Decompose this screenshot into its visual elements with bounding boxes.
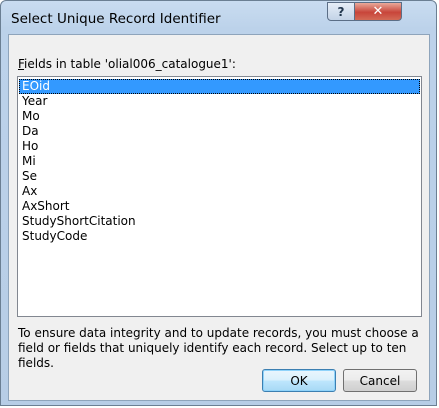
field-list-item[interactable]: StudyCode: [19, 229, 420, 244]
field-list-item[interactable]: EOid: [19, 79, 420, 94]
ok-button[interactable]: OK: [262, 369, 336, 392]
field-list-item[interactable]: Se: [19, 169, 420, 184]
field-list-item[interactable]: Mo: [19, 109, 420, 124]
title-bar[interactable]: Select Unique Record Identifier ? ✕: [1, 1, 436, 35]
dialog-body: Fields in table 'olial006_catalogue1': E…: [8, 34, 430, 401]
close-button[interactable]: ✕: [354, 2, 402, 21]
close-icon: ✕: [372, 4, 384, 19]
window-title: Select Unique Record Identifier: [11, 11, 221, 27]
fields-list: EOid Year Mo Da Ho Mi Se Ax AxShort StudyShortCit…: [18, 77, 421, 244]
field-list-item[interactable]: Year: [19, 94, 420, 109]
dialog-window: Select Unique Record Identifier ? ✕ Fiel…: [0, 0, 437, 406]
help-button[interactable]: ?: [327, 2, 355, 21]
field-list-item[interactable]: Ho: [19, 139, 420, 154]
fields-label: Fields in table 'olial006_catalogue1':: [18, 57, 236, 71]
field-list-item[interactable]: Mi: [19, 154, 420, 169]
field-list-item[interactable]: AxShort: [19, 199, 420, 214]
cancel-button[interactable]: Cancel: [343, 369, 417, 392]
field-list-item[interactable]: Da: [19, 124, 420, 139]
field-list-item[interactable]: StudyShortCitation: [19, 214, 420, 229]
help-icon: ?: [337, 4, 345, 19]
fields-listbox[interactable]: EOid Year Mo Da Ho Mi Se Ax AxShort StudyShortCit…: [17, 76, 422, 317]
fields-label-text: ields in table 'olial006_catalogue1':: [24, 57, 236, 71]
info-text: To ensure data integrity and to update r…: [18, 326, 419, 370]
field-list-item[interactable]: Ax: [19, 184, 420, 199]
